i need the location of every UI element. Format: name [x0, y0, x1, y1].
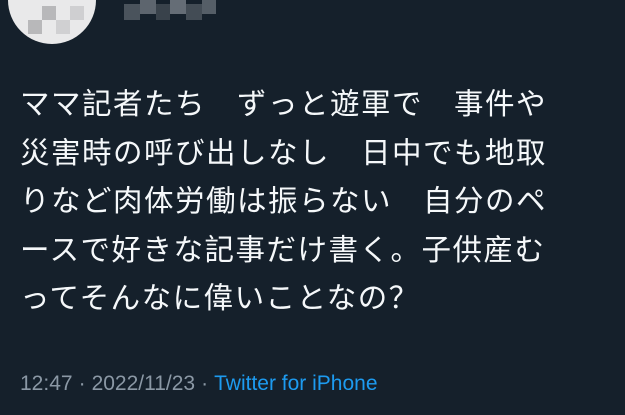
tweet-text-line: りなど肉体労働は振らない 自分のペ — [20, 184, 548, 218]
avatar-mosaic-pixel — [70, 6, 84, 20]
meta-separator: · — [78, 372, 86, 395]
tweet-text-line: 災害時の呼び出しなし 日中でも地取 — [20, 135, 548, 170]
tweet-meta: 12:47 · 2022/11/23 · Twitter for iPhone — [20, 372, 378, 396]
avatar[interactable] — [8, 0, 96, 44]
meta-separator: · — [201, 372, 209, 395]
username-mosaic[interactable] — [124, 0, 219, 22]
tweet-text-line: ースで好きな記事だけ書く。子供産む — [20, 232, 546, 267]
avatar-mosaic-pixel — [42, 6, 56, 20]
tweet-text-line: ってそんなに偉いことなの？ — [20, 281, 420, 315]
tweet-card: ママ記者たち ずっと遊軍で 事件や 災害時の呼び出しなし 日中でも地取 りなど肉体労… — [0, 0, 625, 415]
tweet-date[interactable]: 2022/11/23 — [92, 372, 196, 395]
tweet-time[interactable]: 12:47 — [20, 372, 73, 395]
tweet-source-link[interactable]: Twitter for iPhone — [214, 372, 377, 395]
avatar-mosaic-pixel — [56, 20, 70, 34]
tweet-text-line: ママ記者たち ずっと遊軍で 事件や — [20, 87, 548, 121]
avatar-mosaic-pixel — [28, 20, 42, 34]
tweet-text: ママ記者たち ずっと遊軍で 事件や 災害時の呼び出しなし 日中でも地取 りなど肉体労… — [20, 80, 620, 323]
